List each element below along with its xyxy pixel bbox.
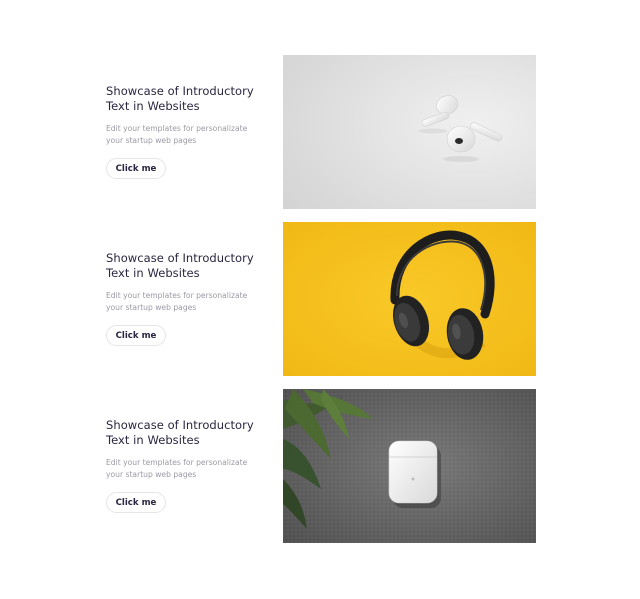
headphones-illustration xyxy=(283,222,536,376)
earbuds-image xyxy=(283,55,536,209)
feature-text: Showcase of Introductory Text in Website… xyxy=(106,84,276,147)
feature-text: Showcase of Introductory Text in Website… xyxy=(106,251,276,314)
feature-row: Showcase of Introductory Text in Website… xyxy=(0,222,640,376)
earbuds-case-image xyxy=(283,389,536,543)
earbuds-illustration xyxy=(283,55,536,209)
click-me-button[interactable]: Click me xyxy=(106,325,166,346)
earbuds-case-illustration xyxy=(283,389,536,543)
feature-title: Showcase of Introductory Text in Website… xyxy=(106,84,254,113)
feature-title: Showcase of Introductory Text in Website… xyxy=(106,251,254,280)
click-me-button[interactable]: Click me xyxy=(106,158,166,179)
feature-title: Showcase of Introductory Text in Website… xyxy=(106,418,254,447)
feature-description: Edit your templates for personalizate yo… xyxy=(106,291,248,312)
click-me-button[interactable]: Click me xyxy=(106,492,166,513)
feature-description: Edit your templates for personalizate yo… xyxy=(106,124,248,145)
feature-row: Showcase of Introductory Text in Website… xyxy=(0,389,640,543)
headphones-image xyxy=(283,222,536,376)
feature-row: Showcase of Introductory Text in Website… xyxy=(0,55,640,209)
feature-description: Edit your templates for personalizate yo… xyxy=(106,458,248,479)
feature-text: Showcase of Introductory Text in Website… xyxy=(106,418,276,481)
